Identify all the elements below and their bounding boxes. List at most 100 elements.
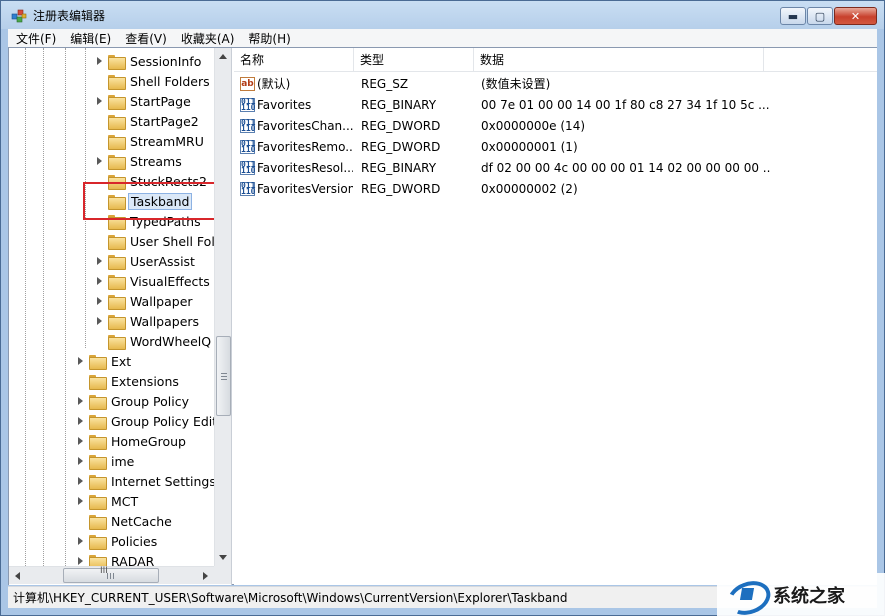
value-data: 0x0000000e (14) xyxy=(481,119,586,133)
tree-item[interactable]: NetCache xyxy=(76,511,174,531)
scroll-left-icon[interactable] xyxy=(15,572,20,580)
close-button[interactable]: ✕ xyxy=(834,7,877,25)
expand-arrow-icon[interactable] xyxy=(76,496,86,506)
registry-editor-icon xyxy=(11,9,27,23)
menu-favorites[interactable]: 收藏夹(A) xyxy=(173,30,241,47)
tree-item[interactable]: Wallpapers xyxy=(95,311,201,331)
folder-icon xyxy=(108,54,126,70)
value-row[interactable]: 011 110 FavoritesRemo... REG_DWORD 0x000000… xyxy=(234,137,877,158)
value-row[interactable]: 011 110 FavoritesChan... REG_DWORD 0x000000… xyxy=(234,116,877,137)
scroll-up-icon[interactable] xyxy=(219,54,227,59)
value-name: FavoritesVersion xyxy=(257,182,353,196)
tree-item[interactable]: StartPage2 xyxy=(95,111,201,131)
watermark-logo-icon xyxy=(723,578,771,612)
tree-item-label: Internet Settings xyxy=(111,473,214,489)
tree-item[interactable]: WordWheelQ xyxy=(95,331,213,351)
values-list-pane[interactable]: 名称 类型 数据 ab (默认) REG_SZ (数值未设置) 011 110 Favor… xyxy=(234,48,877,585)
value-row[interactable]: ab (默认) REG_SZ (数值未设置) xyxy=(234,74,877,95)
expand-arrow-icon[interactable] xyxy=(76,416,86,426)
folder-icon xyxy=(108,134,126,150)
tree-horizontal-scrollbar[interactable] xyxy=(9,566,214,584)
tree-item[interactable]: ime xyxy=(76,451,136,471)
tree-item[interactable]: StartPage xyxy=(95,91,193,111)
menu-file[interactable]: 文件(F) xyxy=(8,30,62,47)
expand-arrow-icon[interactable] xyxy=(95,276,105,286)
folder-icon xyxy=(89,554,107,566)
expand-arrow-icon[interactable] xyxy=(95,56,105,66)
value-type: REG_BINARY xyxy=(361,161,437,175)
expand-arrow-icon[interactable] xyxy=(76,456,86,466)
tree-item[interactable]: VisualEffects xyxy=(95,271,212,291)
folder-icon xyxy=(89,534,107,550)
menu-help[interactable]: 帮助(H) xyxy=(240,30,296,47)
tree-item-label: User Shell Fol xyxy=(130,233,214,249)
tree-vertical-scrollbar[interactable] xyxy=(214,48,231,566)
value-row[interactable]: 011 110 FavoritesResol... REG_BINARY df 02 … xyxy=(234,158,877,179)
tree-item[interactable]: Group Policy Edit xyxy=(76,411,214,431)
column-header-name[interactable]: 名称 xyxy=(234,48,354,72)
tree-item-label: Streams xyxy=(130,153,182,169)
tree-item[interactable]: Wallpaper xyxy=(95,291,195,311)
folder-icon xyxy=(89,414,107,430)
expand-arrow-icon[interactable] xyxy=(95,96,105,106)
tree-item-label: Ext xyxy=(111,353,132,369)
scroll-right-icon[interactable] xyxy=(203,572,208,580)
value-data: df 02 00 00 4c 00 00 00 01 14 02 00 00 0… xyxy=(481,161,771,175)
scroll-down-icon[interactable] xyxy=(219,555,227,560)
folder-icon xyxy=(108,314,126,330)
value-row[interactable]: 011 110 Favorites REG_BINARY 00 7e 01 00 00… xyxy=(234,95,877,116)
expand-arrow-icon[interactable] xyxy=(95,316,105,326)
value-data: 00 7e 01 00 00 14 00 1f 80 c8 27 34 1f 1… xyxy=(481,98,770,112)
watermark-text: 系统之家 xyxy=(773,586,845,607)
tree-horizontal-scroll-thumb[interactable] xyxy=(63,568,159,583)
column-header-data[interactable]: 数据 xyxy=(474,48,764,72)
expand-arrow-icon[interactable] xyxy=(95,156,105,166)
column-header-type[interactable]: 类型 xyxy=(354,48,474,72)
folder-icon xyxy=(108,334,126,350)
expand-arrow-icon[interactable] xyxy=(95,296,105,306)
tree-item[interactable]: RADAR xyxy=(76,551,156,566)
expand-arrow-icon[interactable] xyxy=(76,436,86,446)
tree-item[interactable]: Shell Folders xyxy=(95,71,212,91)
binary-value-icon: 011 110 xyxy=(240,160,256,175)
folder-icon xyxy=(89,394,107,410)
expand-arrow-icon[interactable] xyxy=(76,396,86,406)
tree-item[interactable]: Ext xyxy=(76,351,133,371)
minimize-icon: ▬ xyxy=(787,9,799,23)
expand-arrow-icon[interactable] xyxy=(76,556,86,566)
tree-item[interactable]: MCT xyxy=(76,491,140,511)
title-bar[interactable]: 注册表编辑器 ▬ ▢ ✕ xyxy=(1,1,884,29)
watermark: 系统之家 xyxy=(717,573,885,616)
tree-item[interactable]: Policies xyxy=(76,531,159,551)
tree-item[interactable]: HomeGroup xyxy=(76,431,188,451)
binary-value-icon: 011 110 xyxy=(240,118,256,133)
tree-item[interactable]: Internet Settings xyxy=(76,471,214,491)
tree-item[interactable]: UserAssist xyxy=(95,251,197,271)
value-row[interactable]: 011 110 FavoritesVersion REG_DWORD 0x000000… xyxy=(234,179,877,200)
folder-icon xyxy=(108,94,126,110)
folder-icon xyxy=(108,234,126,250)
tree-item-label: SessionInfo xyxy=(130,53,202,69)
highlight-annotation xyxy=(83,182,214,220)
expand-arrow-icon[interactable] xyxy=(76,476,86,486)
menu-view[interactable]: 查看(V) xyxy=(117,30,173,47)
tree-item[interactable]: Group Policy xyxy=(76,391,191,411)
maximize-button[interactable]: ▢ xyxy=(807,7,833,25)
tree-item[interactable]: SessionInfo xyxy=(95,51,203,71)
key-tree-pane[interactable]: SessionInfo Shell Folders StartPage StartPa… xyxy=(9,48,232,585)
tree-item[interactable]: Extensions xyxy=(76,371,181,391)
expand-arrow-icon[interactable] xyxy=(95,256,105,266)
minimize-button[interactable]: ▬ xyxy=(780,7,806,25)
expand-arrow-icon[interactable] xyxy=(76,356,86,366)
tree-item[interactable]: Streams xyxy=(95,151,184,171)
window-controls: ▬ ▢ ✕ xyxy=(779,7,877,25)
menu-edit[interactable]: 编辑(E) xyxy=(62,30,117,47)
expand-arrow-icon[interactable] xyxy=(76,536,86,546)
tree-vertical-scroll-thumb[interactable] xyxy=(216,336,231,416)
folder-icon xyxy=(108,74,126,90)
tree-item[interactable]: StreamMRU xyxy=(95,131,206,151)
tree-item[interactable]: User Shell Fol xyxy=(95,231,214,251)
